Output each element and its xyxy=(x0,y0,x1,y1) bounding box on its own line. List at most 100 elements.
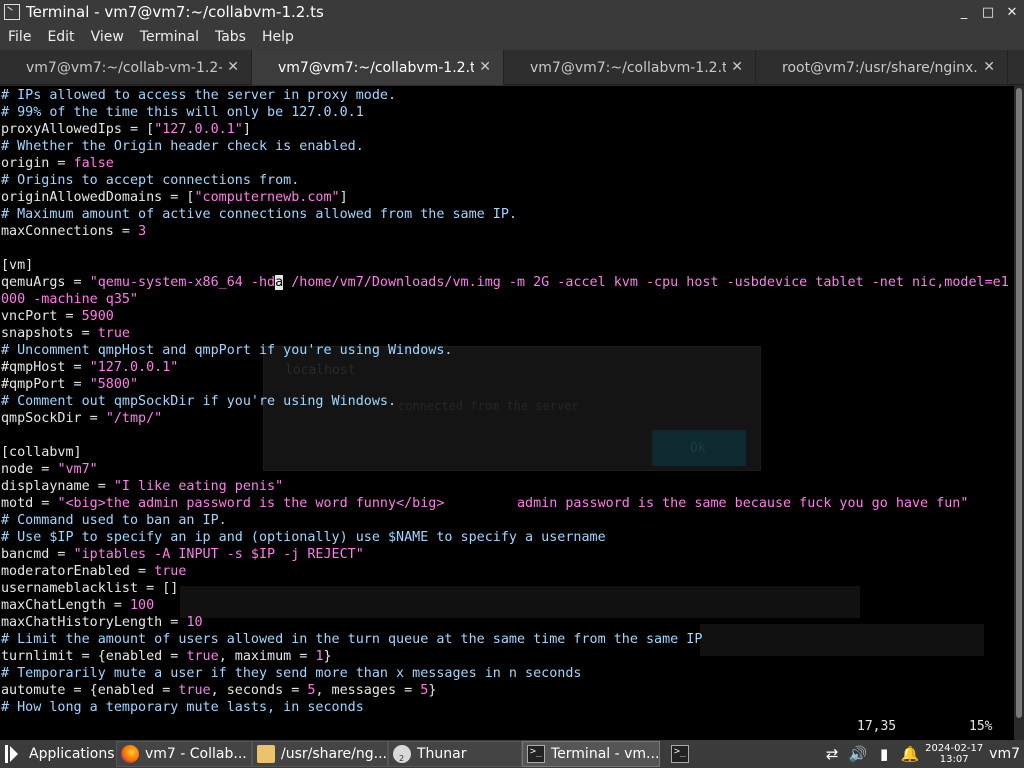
terminal-text: qemuArgs = xyxy=(1,275,90,290)
menu-edit[interactable]: Edit xyxy=(39,29,82,45)
maximize-button[interactable]: □ xyxy=(976,0,1000,24)
terminal-text: maxChatLength = xyxy=(1,598,130,613)
terminal-text: # Limit the amount of users allowed in t… xyxy=(1,632,703,647)
user-name[interactable]: vm7 xyxy=(985,746,1024,762)
menu-terminal[interactable]: Terminal xyxy=(132,29,207,45)
tab-2[interactable]: vm7@vm7:~/collabvm-1.2.ts ✕ xyxy=(252,50,504,85)
taskbar-nginx-folder[interactable]: /usr/share/ng... xyxy=(252,741,388,767)
terminal-text: # Comment out qmpSockDir if you're using… xyxy=(1,394,397,409)
terminal-text: "I like eating penis" xyxy=(113,479,284,494)
terminal-text: , maximum = xyxy=(218,649,316,664)
terminal-text: 1 xyxy=(315,649,324,664)
terminal-text: # Command used to ban an IP. xyxy=(1,513,227,528)
text-cursor: a xyxy=(275,275,284,290)
terminal-line: # Origins to accept connections from. xyxy=(1,172,1009,189)
terminal-text: # IPs allowed to access the server in pr… xyxy=(1,88,397,103)
terminal-line: node = "vm7" xyxy=(1,461,1009,478)
taskbar-item-label: Terminal - vm... xyxy=(551,746,660,762)
tab-1[interactable]: vm7@vm7:~/collab-vm-1.2-... ✕ xyxy=(0,50,252,85)
taskbar-thunar[interactable]: 2 Thunar xyxy=(388,741,522,767)
menu-view[interactable]: View xyxy=(83,29,132,45)
terminal-line: motd = "<big>the admin password is the w… xyxy=(1,495,1009,512)
terminal-text: # Origins to accept connections from. xyxy=(1,173,300,188)
tab-4[interactable]: root@vm7:/usr/share/nginx... ✕ xyxy=(756,50,1008,85)
battery-icon[interactable]: ▮ xyxy=(871,740,897,768)
terminal-text: [vm] xyxy=(1,258,34,273)
terminal-text: qmpSockDir = xyxy=(1,411,106,426)
terminal-line: maxChatLength = 100 xyxy=(1,597,1009,614)
terminal-line: qemuArgs = "qemu-system-x86_64 -hda /hom… xyxy=(1,274,1009,291)
terminal-text: node = xyxy=(1,462,58,477)
taskbar-firefox[interactable]: vm7 - Collab... xyxy=(116,741,252,767)
terminal-content: # IPs allowed to access the server in pr… xyxy=(1,87,1009,716)
scrollbar-thumb[interactable] xyxy=(1016,88,1022,718)
terminal-text: true xyxy=(154,564,187,579)
terminal-view[interactable]: localhost connected from the server Ok #… xyxy=(0,86,1014,740)
tab-bar: vm7@vm7:~/collab-vm-1.2-... ✕ vm7@vm7:~/… xyxy=(0,50,1024,85)
terminal-line: # Use $IP to specify an ip and (optional… xyxy=(1,529,1009,546)
terminal-text: # Use $IP to specify an ip and (optional… xyxy=(1,530,606,545)
network-icon[interactable]: ⇄ xyxy=(819,740,845,768)
tab-label: root@vm7:/usr/share/nginx... xyxy=(782,59,978,76)
terminal-text: 5900 xyxy=(81,309,114,324)
terminal-line: #qmpHost = "127.0.0.1" xyxy=(1,359,1009,376)
taskbar: Applications vm7 - Collab... /usr/share/… xyxy=(0,740,1024,768)
minimize-button[interactable]: _ xyxy=(952,0,976,24)
tab-3[interactable]: vm7@vm7:~/collabvm-1.2.ts ✕ xyxy=(504,50,756,85)
terminal-text: } xyxy=(323,649,332,664)
applications-menu-button[interactable]: Applications xyxy=(0,741,116,767)
menu-help[interactable]: Help xyxy=(254,29,302,45)
terminal-text: proxyAllowedIps = [ xyxy=(1,122,155,137)
terminal-line: turnlimit = {enabled = true, maximum = 1… xyxy=(1,648,1009,665)
show-desktop-button[interactable] xyxy=(666,741,700,767)
terminal-text: # Whether the Origin header check is ena… xyxy=(1,139,364,154)
thunar-icon: 2 xyxy=(393,745,411,763)
tab-close-icon[interactable]: ✕ xyxy=(227,59,239,75)
tab-close-icon[interactable]: ✕ xyxy=(479,59,491,75)
notification-bell-icon[interactable]: 🔔 xyxy=(897,740,923,768)
terminal-text: "vm7" xyxy=(57,462,98,477)
terminal-line: # Uncomment qmpHost and qmpPort if you'r… xyxy=(1,342,1009,359)
taskbar-item-label: vm7 - Collab... xyxy=(145,746,247,762)
terminal-text: /home/vm7/Downloads/vm.img -m 2G -accel … xyxy=(283,275,1009,290)
tab-close-icon[interactable]: ✕ xyxy=(731,59,743,75)
terminal-text: ] xyxy=(242,122,251,137)
terminal-text: # How long a temporary mute lasts, in se… xyxy=(1,700,364,715)
terminal-line: [collabvm] xyxy=(1,444,1009,461)
clock[interactable]: 2024-02-17 13:07 xyxy=(923,743,985,765)
terminal-text: #qmpHost = xyxy=(1,360,90,375)
terminal-line: usernameblacklist = [] xyxy=(1,580,1009,597)
terminal-text: "/tmp/" xyxy=(105,411,163,426)
terminal-text: "127.0.0.1" xyxy=(89,360,179,375)
terminal-line: # Temporarily mute a user if they send m… xyxy=(1,665,1009,682)
menu-tabs[interactable]: Tabs xyxy=(207,29,254,45)
menu-bar: File Edit View Terminal Tabs Help xyxy=(0,24,1024,50)
terminal-launcher-icon xyxy=(671,745,689,763)
terminal-text: moderatorEnabled = xyxy=(1,564,155,579)
terminal-text: "computernewb.com" xyxy=(194,190,340,205)
terminal-line: origin = false xyxy=(1,155,1009,172)
cursor-position: 17,35 xyxy=(857,719,897,734)
terminal-text: vncPort = xyxy=(1,309,82,324)
terminal-line: #qmpPort = "5800" xyxy=(1,376,1009,393)
tab-close-icon[interactable]: ✕ xyxy=(983,59,995,75)
close-button[interactable]: ✕ xyxy=(1000,0,1024,24)
terminal-scrollbar[interactable] xyxy=(1014,86,1024,740)
terminal-line: maxChatHistoryLength = 10 xyxy=(1,614,1009,631)
taskbar-terminal[interactable]: Terminal - vm... xyxy=(522,741,660,767)
terminal-text: snapshots = xyxy=(1,326,98,341)
volume-icon[interactable]: 🔊 xyxy=(845,740,871,768)
terminal-text: # Uncomment qmpHost and qmpPort if you'r… xyxy=(1,343,453,358)
terminal-line: originAllowedDomains = ["computernewb.co… xyxy=(1,189,1009,206)
terminal-line: vncPort = 5900 xyxy=(1,308,1009,325)
terminal-line: automute = {enabled = true, seconds = 5,… xyxy=(1,682,1009,699)
applications-label: Applications xyxy=(29,746,115,762)
terminal-line: snapshots = true xyxy=(1,325,1009,342)
menu-file[interactable]: File xyxy=(0,29,39,45)
terminal-line: # Comment out qmpSockDir if you're using… xyxy=(1,393,1009,410)
terminal-line: # Command used to ban an IP. xyxy=(1,512,1009,529)
terminal-line: moderatorEnabled = true xyxy=(1,563,1009,580)
terminal-text: false xyxy=(73,156,114,171)
taskbar-item-label: Thunar xyxy=(417,746,467,762)
